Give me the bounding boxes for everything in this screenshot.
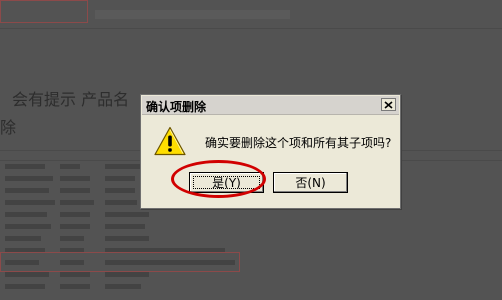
background-table-cell	[105, 188, 135, 193]
confirm-delete-dialog: 确认项删除 确实要删除这个项和所有其子项吗? 是(Y) 否(N)	[140, 94, 401, 209]
close-icon	[384, 100, 393, 109]
background-table-cell	[5, 212, 47, 217]
background-highlight-box-row	[0, 252, 240, 272]
background-table-cell	[60, 284, 90, 289]
background-table-cell	[105, 284, 141, 289]
background-heading-line1: 会有提示 产品名	[12, 90, 130, 109]
dialog-titlebar[interactable]: 确认项删除	[142, 96, 399, 115]
no-button[interactable]: 否(N)	[273, 172, 348, 193]
background-heading-line2: 除	[0, 118, 17, 137]
no-button-label: 否(N)	[295, 176, 326, 190]
background-highlight-box-top	[0, 0, 88, 23]
background-table-cell	[60, 272, 90, 277]
warning-icon	[154, 126, 186, 156]
background-table-cell	[60, 164, 80, 169]
background-table-cell	[60, 212, 90, 217]
background-table-cell	[5, 176, 53, 181]
background-table-cell	[105, 200, 137, 205]
background-table-cell	[5, 188, 49, 193]
background-table-cell	[5, 284, 45, 289]
background-table-cell	[60, 236, 84, 241]
red-annotation-circle	[171, 160, 266, 198]
background-table-cell	[60, 188, 90, 193]
background-table-cell	[60, 176, 90, 181]
background-table-cell	[105, 272, 149, 277]
background-table-cell	[60, 200, 94, 205]
background-address-bar	[95, 10, 290, 19]
background-table-cell	[105, 224, 145, 229]
close-button[interactable]	[381, 98, 396, 111]
background-table-cell	[60, 224, 90, 229]
dialog-title: 确认项删除	[146, 100, 207, 114]
background-table-cell	[5, 200, 55, 205]
dialog-message: 确实要删除这个项和所有其子项吗?	[205, 136, 392, 150]
background-table-cell	[5, 164, 45, 169]
background-table-cell	[5, 224, 51, 229]
background-table-cell	[105, 212, 149, 217]
background-table-cell	[105, 176, 135, 181]
background-table-cell	[105, 236, 149, 241]
background-table-cell	[5, 272, 49, 277]
background-table-cell	[5, 236, 41, 241]
background-divider	[0, 28, 502, 29]
